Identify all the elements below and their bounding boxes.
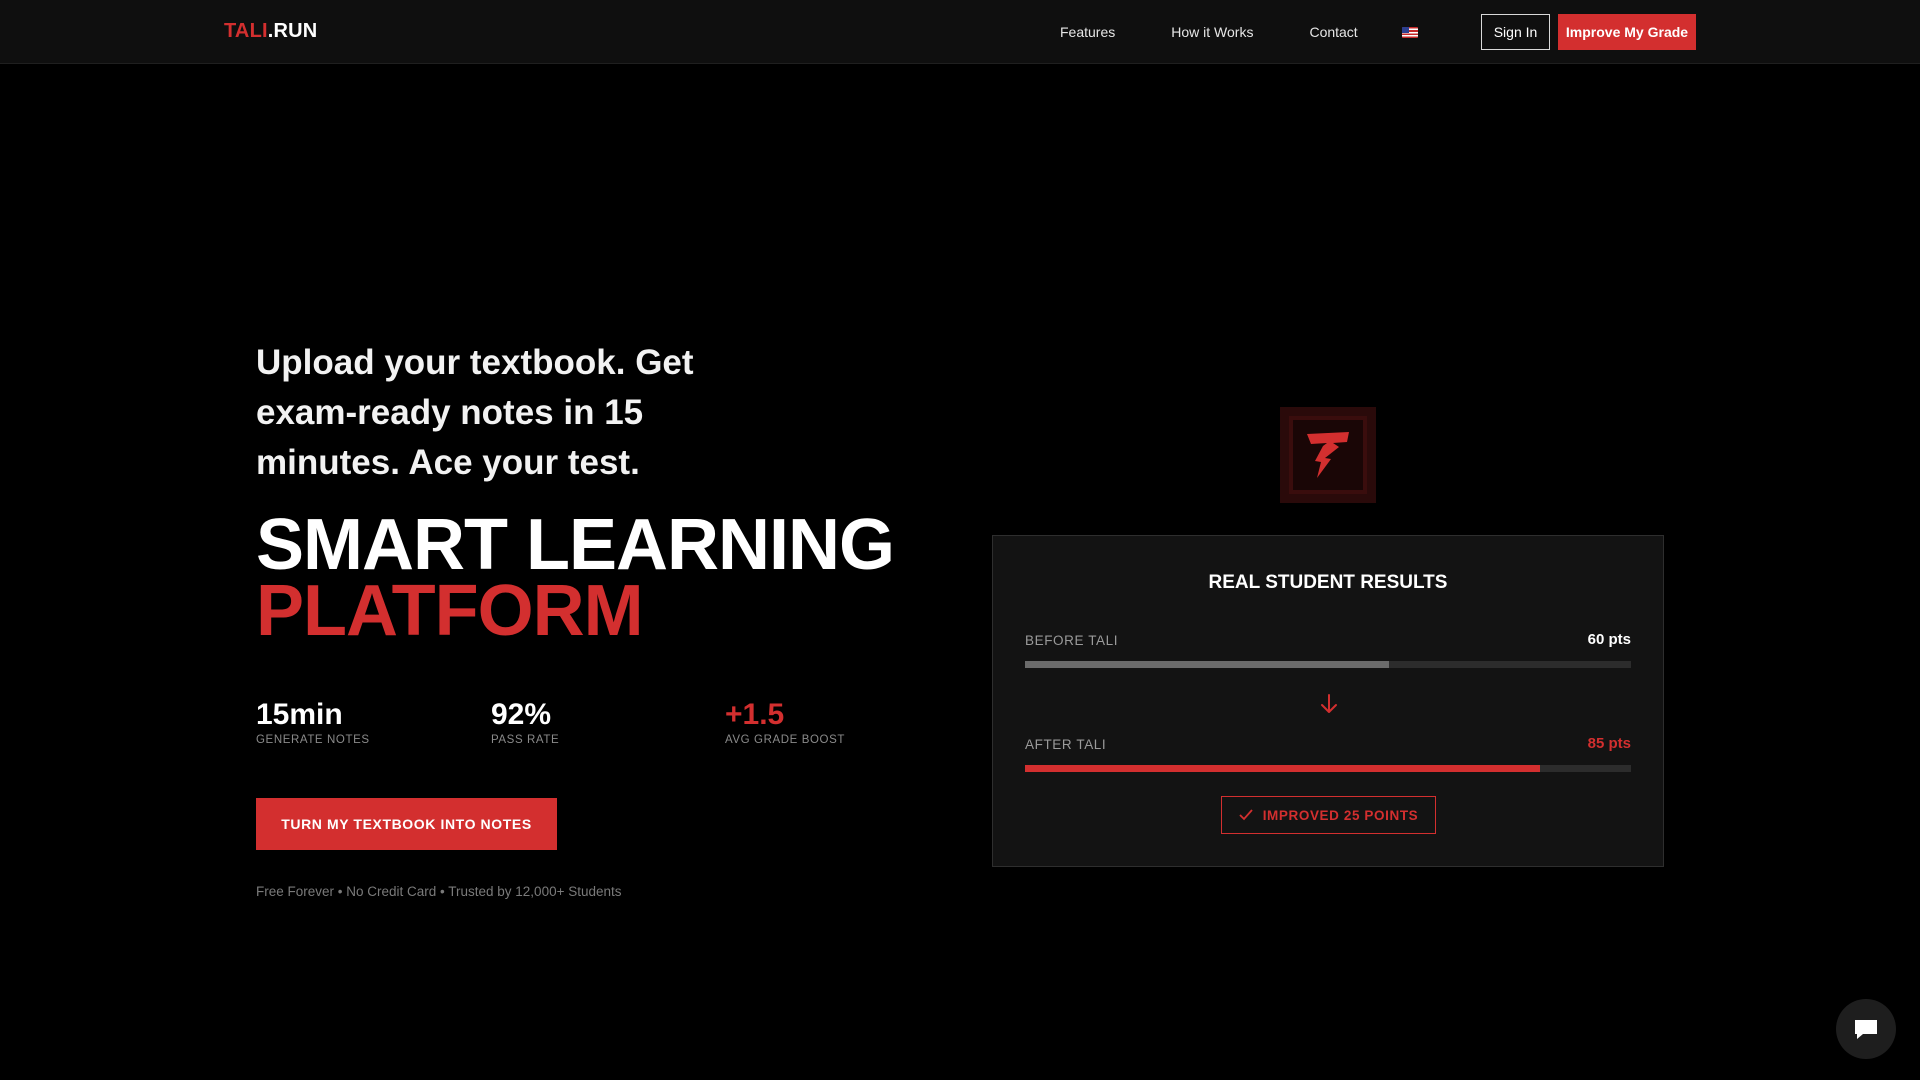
results-card: REAL STUDENT RESULTS BEFORE TALI 60 pts …	[992, 535, 1664, 867]
improved-badge-label: IMPROVED 25 POINTS	[1262, 807, 1419, 823]
nav-link-how-it-works[interactable]: How it Works	[1171, 24, 1253, 40]
after-label: AFTER TALI	[1025, 737, 1107, 752]
headline-line2: PLATFORM	[256, 571, 644, 651]
before-label: BEFORE TALI	[1025, 633, 1119, 648]
stat-label: AVG GRADE BOOST	[725, 734, 845, 746]
fine-print: Free Forever • No Credit Card • Trusted …	[256, 884, 622, 899]
stat-grade-boost: +1.5 AVG GRADE BOOST	[725, 698, 845, 746]
arrow-down-icon	[1321, 694, 1337, 713]
after-progress-fill	[1025, 765, 1541, 772]
stat-value: 15min	[256, 698, 343, 731]
after-value: 85 pts	[1587, 735, 1631, 752]
hero-tagline: Upload your textbook. Get exam-ready not…	[256, 343, 694, 482]
stat-label: PASS RATE	[491, 734, 560, 746]
before-value: 60 pts	[1587, 631, 1631, 648]
results-title: REAL STUDENT RESULTS	[1208, 572, 1448, 593]
stat-value: +1.5	[725, 698, 785, 731]
nav-link-features[interactable]: Features	[1060, 24, 1115, 40]
logo-part1: TALI	[224, 20, 268, 42]
chat-bubble-icon[interactable]	[1836, 999, 1896, 1059]
improved-badge: IMPROVED 25 POINTS	[1221, 796, 1436, 834]
nav-links: Features How it Works Contact	[1060, 0, 1458, 64]
top-navbar: TALI.RUN Features How it Works Contact S…	[0, 0, 1920, 64]
nav-link-contact[interactable]: Contact	[1309, 24, 1357, 40]
stat-label: GENERATE NOTES	[256, 734, 370, 746]
improve-my-grade-button[interactable]: Improve My Grade	[1558, 14, 1696, 50]
after-progress-bar	[1025, 765, 1631, 772]
before-progress-bar	[1025, 661, 1631, 668]
checkmark-icon	[1239, 809, 1253, 821]
turn-textbook-into-notes-button[interactable]: TURN MY TEXTBOOK INTO NOTES	[256, 798, 557, 850]
us-flag-icon[interactable]	[1401, 26, 1418, 38]
sign-in-button[interactable]: Sign In	[1481, 14, 1550, 50]
logo-part2: .RUN	[267, 20, 318, 42]
hero-headline: SMART LEARNING PLATFORM	[256, 505, 895, 651]
stat-value: 92%	[491, 698, 552, 731]
stat-generate-notes: 15min GENERATE NOTES	[256, 698, 370, 746]
stat-pass-rate: 92% PASS RATE	[491, 698, 559, 746]
logo[interactable]: TALI.RUN	[224, 20, 317, 43]
before-progress-fill	[1025, 661, 1389, 668]
headline-line1: SMART LEARNING	[256, 505, 895, 585]
lightning-t-logo-icon	[1280, 407, 1376, 503]
